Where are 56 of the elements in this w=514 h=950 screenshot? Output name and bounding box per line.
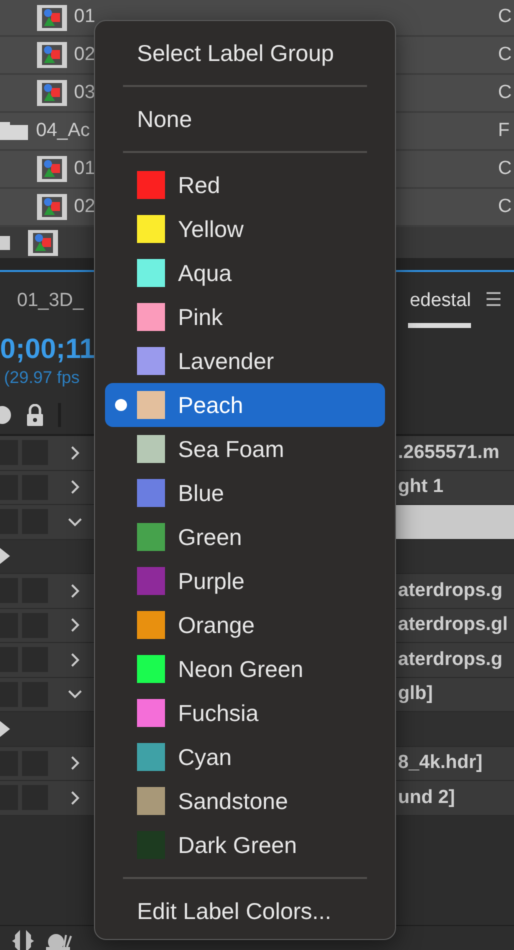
item-name: 01 bbox=[74, 156, 96, 181]
bullet-icon bbox=[115, 399, 127, 411]
menu-item[interactable]: Green bbox=[105, 515, 385, 559]
menu-item[interactable]: Fuchsia bbox=[105, 691, 385, 735]
menu-item[interactable]: Aqua bbox=[105, 251, 385, 295]
composition-icon bbox=[37, 156, 67, 182]
item-type: C bbox=[498, 5, 513, 30]
menu-item[interactable]: Yellow bbox=[105, 207, 385, 251]
menu-item[interactable]: Orange bbox=[105, 603, 385, 647]
panel-menu-icon[interactable]: ☰ bbox=[485, 286, 502, 316]
frame-rate: (29.97 fps bbox=[4, 366, 80, 389]
panel-tab[interactable]: edestal bbox=[408, 286, 471, 328]
layer-source: aterdrops.g bbox=[397, 578, 504, 602]
composition-icon bbox=[37, 194, 67, 220]
layer-source: aterdrops.gl bbox=[397, 613, 509, 637]
lock-icon bbox=[26, 404, 44, 426]
item-type: C bbox=[498, 156, 513, 181]
layer-source: .2655571.m bbox=[397, 440, 500, 464]
expand-triangle-icon[interactable] bbox=[0, 548, 10, 564]
timecode: 0;00;11 bbox=[0, 334, 95, 365]
layer-source: glb] bbox=[397, 682, 434, 706]
panel-tab[interactable]: 01_3D_ bbox=[17, 286, 84, 316]
menu-item[interactable]: Purple bbox=[105, 559, 385, 603]
layer-source: 8_4k.hdr] bbox=[397, 751, 484, 775]
menu-item[interactable]: Lavender bbox=[105, 339, 385, 383]
item-type: C bbox=[498, 194, 513, 219]
item-name: 03 bbox=[74, 80, 96, 105]
layer-source: ght 1 bbox=[397, 475, 444, 499]
menu-item[interactable]: Cyan bbox=[105, 735, 385, 779]
layer-source: aterdrops.g bbox=[397, 648, 504, 672]
item-type: F bbox=[498, 118, 511, 143]
menu-item[interactable]: Dark Green bbox=[105, 823, 385, 867]
menu-item[interactable]: Red bbox=[105, 163, 385, 207]
menu-item[interactable]: Sea Foam bbox=[105, 427, 385, 471]
menu-item[interactable]: Pink bbox=[105, 295, 385, 339]
item-type: C bbox=[498, 80, 513, 105]
item-name: 01 bbox=[74, 5, 96, 30]
menu-item[interactable]: Neon Green bbox=[105, 647, 385, 691]
menu-item[interactable]: Peach bbox=[105, 383, 385, 427]
layer-source: und 2] bbox=[397, 786, 456, 810]
item-name: 02 bbox=[74, 42, 96, 67]
item-name: 04_Ac bbox=[36, 118, 90, 143]
brackets-icon[interactable] bbox=[12, 929, 34, 950]
composition-icon bbox=[37, 42, 67, 68]
square-icon[interactable] bbox=[0, 236, 10, 250]
folder-icon bbox=[0, 122, 28, 140]
menu-item[interactable]: Sandstone bbox=[105, 779, 385, 823]
menu-item[interactable]: Edit Label Colors... bbox=[105, 889, 385, 933]
composition-icon bbox=[37, 4, 67, 30]
expand-triangle-icon[interactable] bbox=[0, 720, 10, 737]
item-type: C bbox=[498, 42, 513, 67]
menu-item[interactable]: None bbox=[105, 97, 385, 141]
item-name: 02 bbox=[74, 194, 96, 219]
new-composition-icon[interactable] bbox=[28, 230, 60, 256]
composition-icon bbox=[37, 80, 67, 106]
menu-item[interactable]: Blue bbox=[105, 471, 385, 515]
